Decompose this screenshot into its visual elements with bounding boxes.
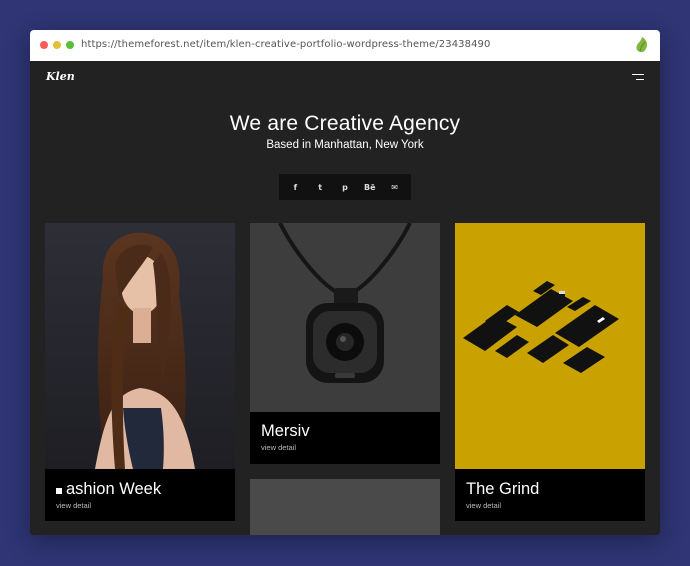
card-caption: Mersiv view detail [250, 412, 440, 464]
twitter-icon[interactable]: t [311, 183, 329, 192]
hero-subtitle: Based in Manhattan, New York [266, 139, 424, 151]
minimize-window-button[interactable] [53, 41, 61, 49]
envato-leaf-icon [636, 37, 648, 53]
hero-title: We are Creative Agency [229, 112, 461, 135]
card-caption: ashion Week view detail [45, 469, 235, 521]
portfolio-card-fashion-week[interactable]: ashion Week view detail [45, 223, 235, 521]
facebook-icon[interactable]: f [286, 183, 304, 192]
close-window-button[interactable] [40, 41, 48, 49]
card-view-detail-link[interactable]: view detail [466, 501, 501, 510]
pinterest-icon[interactable]: p [336, 183, 354, 192]
card-caption: The Grind view detail [455, 469, 645, 521]
card-title: The Grind [466, 480, 540, 498]
social-links-bar: f t p Bē ✉ [279, 174, 411, 200]
portfolio-card-partial[interactable] [250, 479, 440, 535]
fashion-model-image [45, 223, 235, 469]
mail-icon[interactable]: ✉ [386, 183, 404, 192]
url-field[interactable]: https://themeforest.net/item/klen-creati… [81, 39, 490, 50]
browser-address-bar: https://themeforest.net/item/klen-creati… [30, 30, 660, 62]
behance-icon[interactable]: Bē [361, 183, 379, 192]
browser-window: https://themeforest.net/item/klen-creati… [30, 30, 660, 535]
card-view-detail-link[interactable]: view detail [56, 501, 91, 510]
hamburger-menu-icon[interactable] [630, 73, 644, 83]
maximize-window-button[interactable] [66, 41, 74, 49]
card-title: ashion Week [66, 480, 162, 498]
camera-pendant-image [250, 223, 440, 412]
card-view-detail-link[interactable]: view detail [261, 443, 296, 452]
slider-bullet-icon [56, 488, 62, 494]
site-logo[interactable]: Klen [46, 70, 75, 83]
card-title: Mersiv [261, 422, 310, 440]
portfolio-card-mersiv[interactable]: Mersiv view detail [250, 223, 440, 464]
site-page: Klen We are Creative Agency Based in Man… [30, 61, 660, 535]
portfolio-card-the-grind[interactable]: The Grind view detail [455, 223, 645, 521]
branding-mockup-image [455, 223, 645, 469]
